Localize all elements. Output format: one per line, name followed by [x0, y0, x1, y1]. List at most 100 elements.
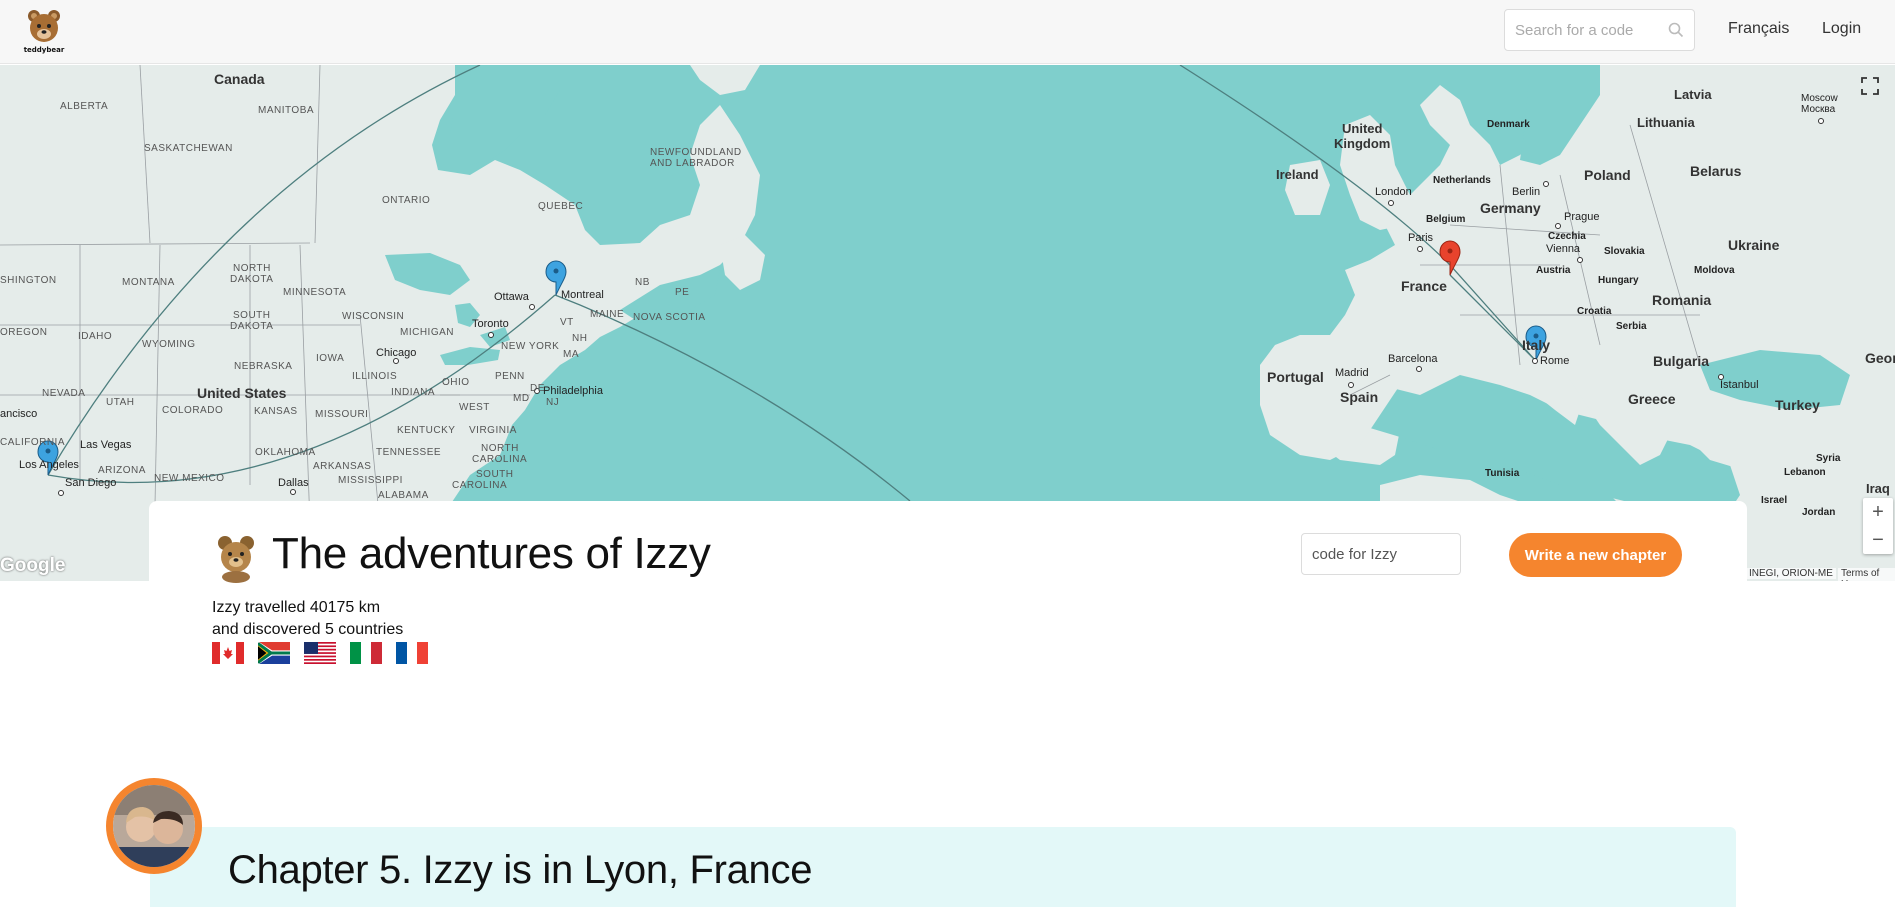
map-label-utah: UTAH — [106, 397, 135, 408]
map-label-penn: PENN — [495, 371, 525, 382]
map-label-pe: PE — [675, 287, 690, 298]
map-label-mississippi: MISSISSIPPI — [338, 475, 403, 486]
map-label-denmark: Denmark — [1487, 119, 1530, 130]
map-label-south-carolina-1: SOUTH — [476, 469, 514, 480]
map-label-nh: NH — [572, 333, 588, 344]
map-terms-link[interactable]: Terms of Us — [1838, 568, 1895, 581]
map-label-michigan: MICHIGAN — [400, 327, 454, 338]
map-label-md: MD — [513, 393, 530, 404]
map-label-belarus: Belarus — [1690, 163, 1742, 179]
map-label-oregon: OREGON — [0, 327, 48, 338]
zoom-control: + − — [1863, 498, 1893, 554]
map-label-lebanon: Lebanon — [1784, 467, 1826, 478]
map-label-new-york: NEW YORK — [501, 341, 560, 352]
map-label-moscow-2: Москва — [1801, 104, 1836, 115]
map-attribution: INEGI, ORION-ME — [1746, 568, 1836, 579]
map-label-france: France — [1401, 278, 1447, 294]
chapter-author-avatar[interactable] — [106, 778, 202, 874]
map-label-hungary: Hungary — [1598, 275, 1639, 286]
map-label-tennessee: TENNESSEE — [376, 447, 442, 458]
map-label-south-dakota-2: DAKOTA — [230, 321, 274, 332]
map-label-syria: Syria — [1816, 453, 1841, 464]
map-label-oklahoma: OKLAHOMA — [255, 447, 316, 458]
map-label-portugal: Portugal — [1267, 369, 1324, 385]
map-label-north-dakota-1: NORTH — [233, 263, 271, 274]
map-label-francisco: ancisco — [0, 408, 38, 420]
map-label-kansas: KANSAS — [254, 406, 298, 417]
map-label-moscow-1: Moscow — [1801, 93, 1838, 104]
zoom-out-button[interactable]: − — [1863, 526, 1893, 554]
fullscreen-icon — [1861, 77, 1879, 95]
map-label-tunisia: Tunisia — [1485, 468, 1520, 479]
map-label-serbia: Serbia — [1616, 321, 1647, 332]
map-label-montreal: Montreal — [561, 289, 604, 301]
map-label-alberta: ALBERTA — [60, 101, 109, 112]
map-label-lithuania: Lithuania — [1637, 115, 1695, 130]
map-label-los-angeles: Los Angeles — [19, 459, 79, 471]
map-label-ohio: OHIO — [442, 377, 470, 388]
france-flag-icon — [396, 642, 428, 664]
map-label-arkansas: ARKANSAS — [313, 461, 372, 472]
map-label-idaho: IDAHO — [78, 331, 113, 342]
map-label-istanbul: Istanbul — [1720, 379, 1759, 391]
map-label-minnesota: MINNESOTA — [283, 287, 347, 298]
usa-flag-icon — [304, 642, 336, 664]
teddybear-logo[interactable]: teddybear — [22, 8, 66, 54]
stats-countries: and discovered 5 countries — [212, 621, 404, 638]
map-label-belgium: Belgium — [1426, 214, 1466, 225]
write-new-chapter-button[interactable]: Write a new chapter — [1509, 533, 1682, 577]
google-logo: Google — [0, 555, 66, 576]
canada-flag-icon — [212, 642, 244, 664]
map-label-united-kingdom-2: Kingdom — [1334, 136, 1391, 151]
map-label-united-states: United States — [197, 385, 287, 401]
map-label-ottawa: Ottawa — [494, 291, 529, 303]
italy-flag-icon — [350, 642, 382, 664]
map-label-ma: MA — [563, 349, 579, 360]
zoom-in-button[interactable]: + — [1863, 498, 1893, 526]
map-label-indiana: INDIANA — [391, 387, 436, 398]
bear-code-input[interactable] — [1301, 533, 1461, 575]
map-label-west: WEST — [459, 402, 490, 413]
map-label-ireland: Ireland — [1276, 167, 1319, 182]
map-label-missouri: MISSOURI — [315, 409, 369, 420]
story-title: The adventures of Izzy — [272, 529, 711, 578]
language-link[interactable]: Français — [1728, 20, 1789, 38]
map-label-greece: Greece — [1628, 391, 1676, 407]
map-label-romania: Romania — [1652, 292, 1712, 308]
map-label-latvia: Latvia — [1674, 87, 1712, 102]
map-label-nevada: NEVADA — [42, 388, 86, 399]
map-label-nj: NJ — [546, 397, 560, 408]
map-label-south-carolina-2: CAROLINA — [452, 480, 508, 491]
map-label-california: CALIFORNIA — [0, 437, 66, 448]
map-label-illinois: ILLINOIS — [352, 371, 398, 382]
map-label-chicago: Chicago — [376, 347, 417, 359]
top-header: teddybear Français Login — [0, 0, 1895, 64]
map-label-prague: Prague — [1564, 211, 1600, 223]
login-link[interactable]: Login — [1822, 20, 1861, 38]
chapter-title: Chapter 5. Izzy is in Lyon, France — [228, 848, 813, 892]
code-search-box — [1504, 9, 1695, 51]
map-label-manitoba: MANITOBA — [258, 105, 315, 116]
search-icon[interactable] — [1668, 22, 1684, 38]
map-label-canada: Canada — [214, 71, 265, 87]
code-search-input[interactable] — [1515, 10, 1665, 50]
map-label-czechia: Czechia — [1548, 231, 1586, 242]
map-label-turkey: Turkey — [1775, 397, 1820, 413]
map-label-spain: Spain — [1340, 389, 1379, 405]
map-label-wyoming: WYOMING — [142, 339, 196, 350]
map-label-saskatchewan: SASKATCHEWAN — [144, 143, 233, 154]
map-label-london: London — [1375, 186, 1412, 198]
map-label-washington: SHINGTON — [0, 275, 57, 286]
map-label-nova-scotia: NOVA SCOTIA — [633, 312, 706, 323]
bear-logo-icon — [28, 10, 60, 42]
map-label-vt: VT — [560, 317, 574, 328]
logo-text: teddybear — [23, 46, 65, 54]
map-label-colorado: COLORADO — [162, 405, 224, 416]
map-label-vienna: Vienna — [1546, 243, 1581, 255]
author-photo-icon — [113, 785, 195, 867]
map-label-san-diego: San Diego — [65, 477, 117, 489]
fullscreen-button[interactable] — [1861, 77, 1891, 107]
map-label-ukraine: Ukraine — [1728, 237, 1780, 253]
map-label-jordan: Jordan — [1802, 507, 1836, 518]
south-africa-flag-icon — [258, 642, 290, 664]
